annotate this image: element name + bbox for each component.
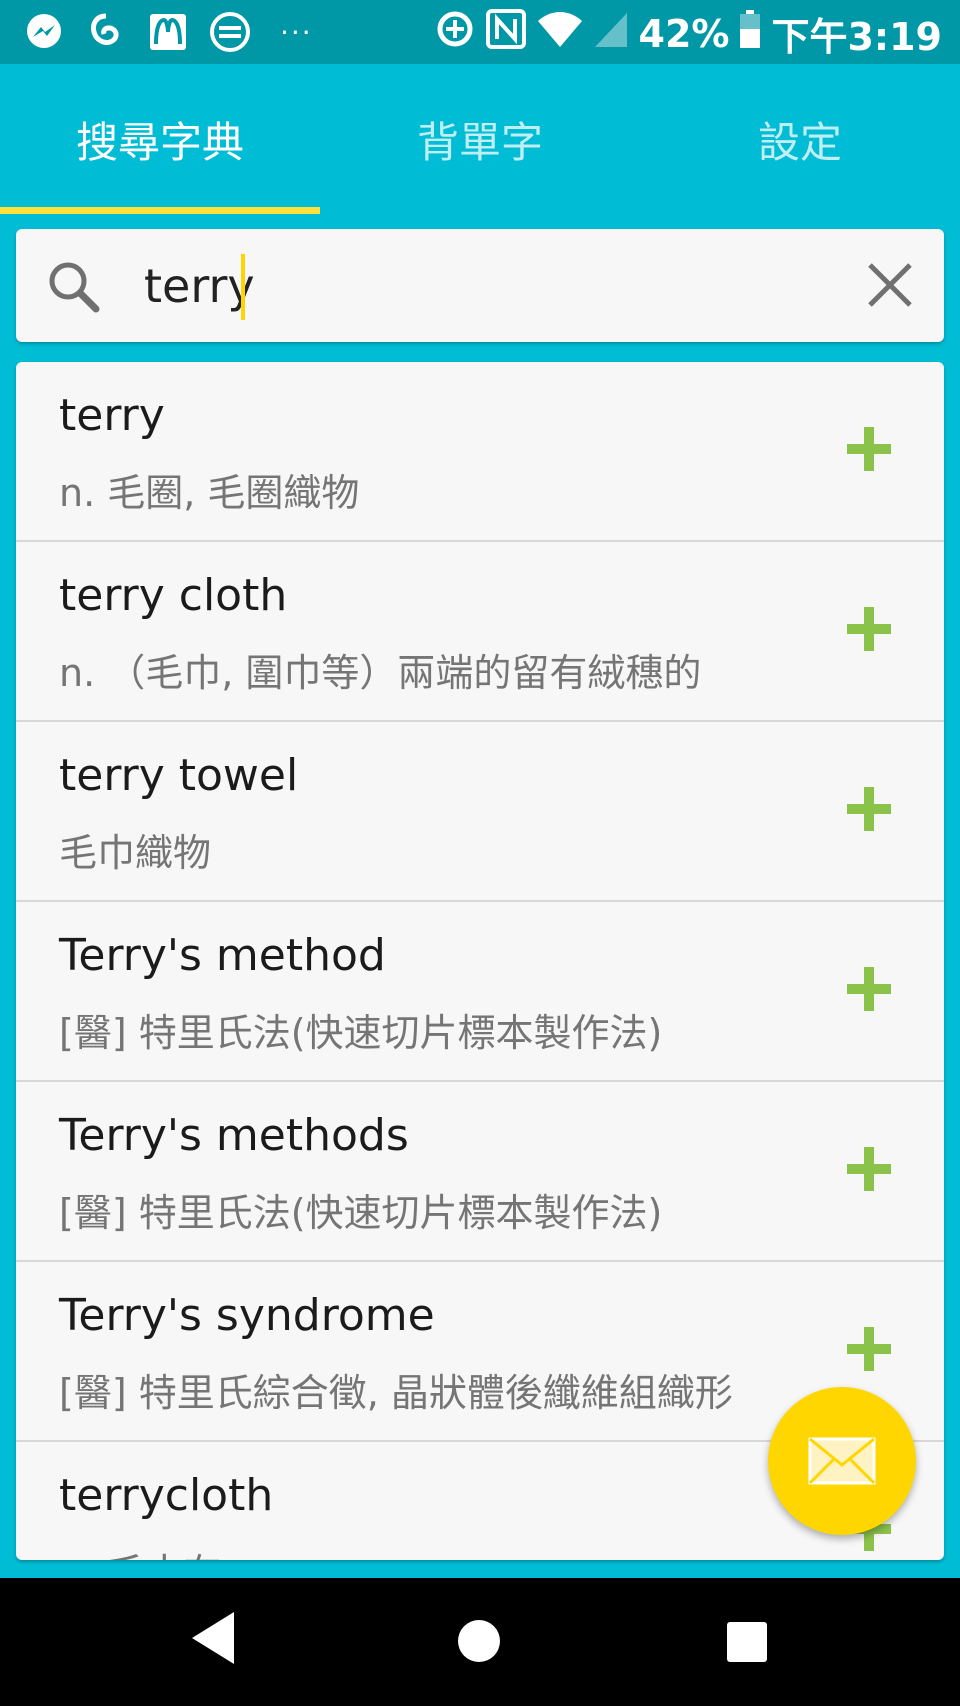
clock: 下午3:19 bbox=[771, 15, 942, 59]
back-icon[interactable] bbox=[190, 1610, 236, 1666]
search-icon bbox=[44, 257, 104, 317]
result-word: Terry's methods bbox=[59, 1110, 409, 1161]
list-item[interactable]: Terry's method [醫] 特里氏法(快速切片標本製作法) bbox=[16, 902, 944, 1082]
clear-icon[interactable] bbox=[864, 259, 916, 311]
list-item[interactable]: terry cloth n. （毛巾, 圍巾等）兩端的留有絨穗的 bbox=[16, 542, 944, 722]
data-saver-icon bbox=[435, 9, 475, 58]
tab-vocabulary[interactable]: 背單字 bbox=[320, 64, 640, 214]
list-item[interactable]: terry towel 毛巾織物 bbox=[16, 722, 944, 902]
tab-indicator bbox=[0, 207, 320, 214]
result-definition: n. 毛巾布 bbox=[59, 1542, 221, 1560]
result-definition: n. 毛圈, 毛圈織物 bbox=[59, 471, 360, 515]
battery-text: 42% bbox=[638, 11, 730, 56]
battery-icon bbox=[739, 9, 761, 58]
add-icon[interactable] bbox=[844, 1324, 894, 1374]
tab-settings[interactable]: 設定 bbox=[640, 64, 960, 214]
results-list: terry n. 毛圈, 毛圈織物 terry cloth n. （毛巾, 圍巾… bbox=[16, 362, 944, 1560]
result-word: terry towel bbox=[59, 750, 299, 801]
result-definition: 毛巾織物 bbox=[59, 831, 212, 875]
result-word: terrycloth bbox=[59, 1470, 274, 1521]
add-icon[interactable] bbox=[844, 424, 894, 474]
feedback-mail-button[interactable] bbox=[768, 1387, 916, 1535]
result-word: Terry's syndrome bbox=[59, 1290, 435, 1341]
add-icon[interactable] bbox=[844, 964, 894, 1014]
result-definition: [醫] 特里氏法(快速切片標本製作法) bbox=[59, 1191, 663, 1235]
status-bar: ··· 42% 下午3:19 bbox=[0, 0, 960, 64]
result-definition: n. （毛巾, 圍巾等）兩端的留有絨穗的 bbox=[59, 651, 702, 695]
recents-icon[interactable] bbox=[727, 1622, 767, 1662]
tab-bar: 搜尋字典 背單字 設定 bbox=[0, 64, 960, 214]
text-cursor bbox=[241, 254, 245, 320]
signal-icon bbox=[593, 9, 629, 58]
tab-search-dictionary[interactable]: 搜尋字典 bbox=[0, 64, 320, 214]
transit-icon bbox=[208, 10, 252, 54]
messenger-icon bbox=[22, 10, 66, 54]
mail-icon bbox=[808, 1437, 876, 1485]
result-word: terry bbox=[59, 390, 165, 441]
add-icon[interactable] bbox=[844, 604, 894, 654]
search-bar bbox=[16, 229, 944, 342]
add-icon[interactable] bbox=[844, 1144, 894, 1194]
home-icon[interactable] bbox=[458, 1620, 500, 1662]
wifi-icon bbox=[537, 9, 583, 58]
list-item[interactable]: terry n. 毛圈, 毛圈織物 bbox=[16, 362, 944, 542]
result-word: Terry's method bbox=[59, 930, 386, 981]
app-icon bbox=[84, 10, 128, 54]
list-item[interactable]: Terry's methods [醫] 特里氏法(快速切片標本製作法) bbox=[16, 1082, 944, 1262]
nfc-icon bbox=[485, 8, 527, 59]
result-word: terry cloth bbox=[59, 570, 288, 621]
search-input[interactable] bbox=[144, 251, 844, 321]
result-definition: [醫] 特里氏法(快速切片標本製作法) bbox=[59, 1011, 663, 1055]
mcdonalds-icon bbox=[146, 10, 190, 54]
result-definition: [醫] 特里氏綜合徵, 晶狀體後纖維組織形 bbox=[59, 1371, 733, 1415]
more-notifications: ··· bbox=[280, 15, 313, 49]
add-icon[interactable] bbox=[844, 784, 894, 834]
